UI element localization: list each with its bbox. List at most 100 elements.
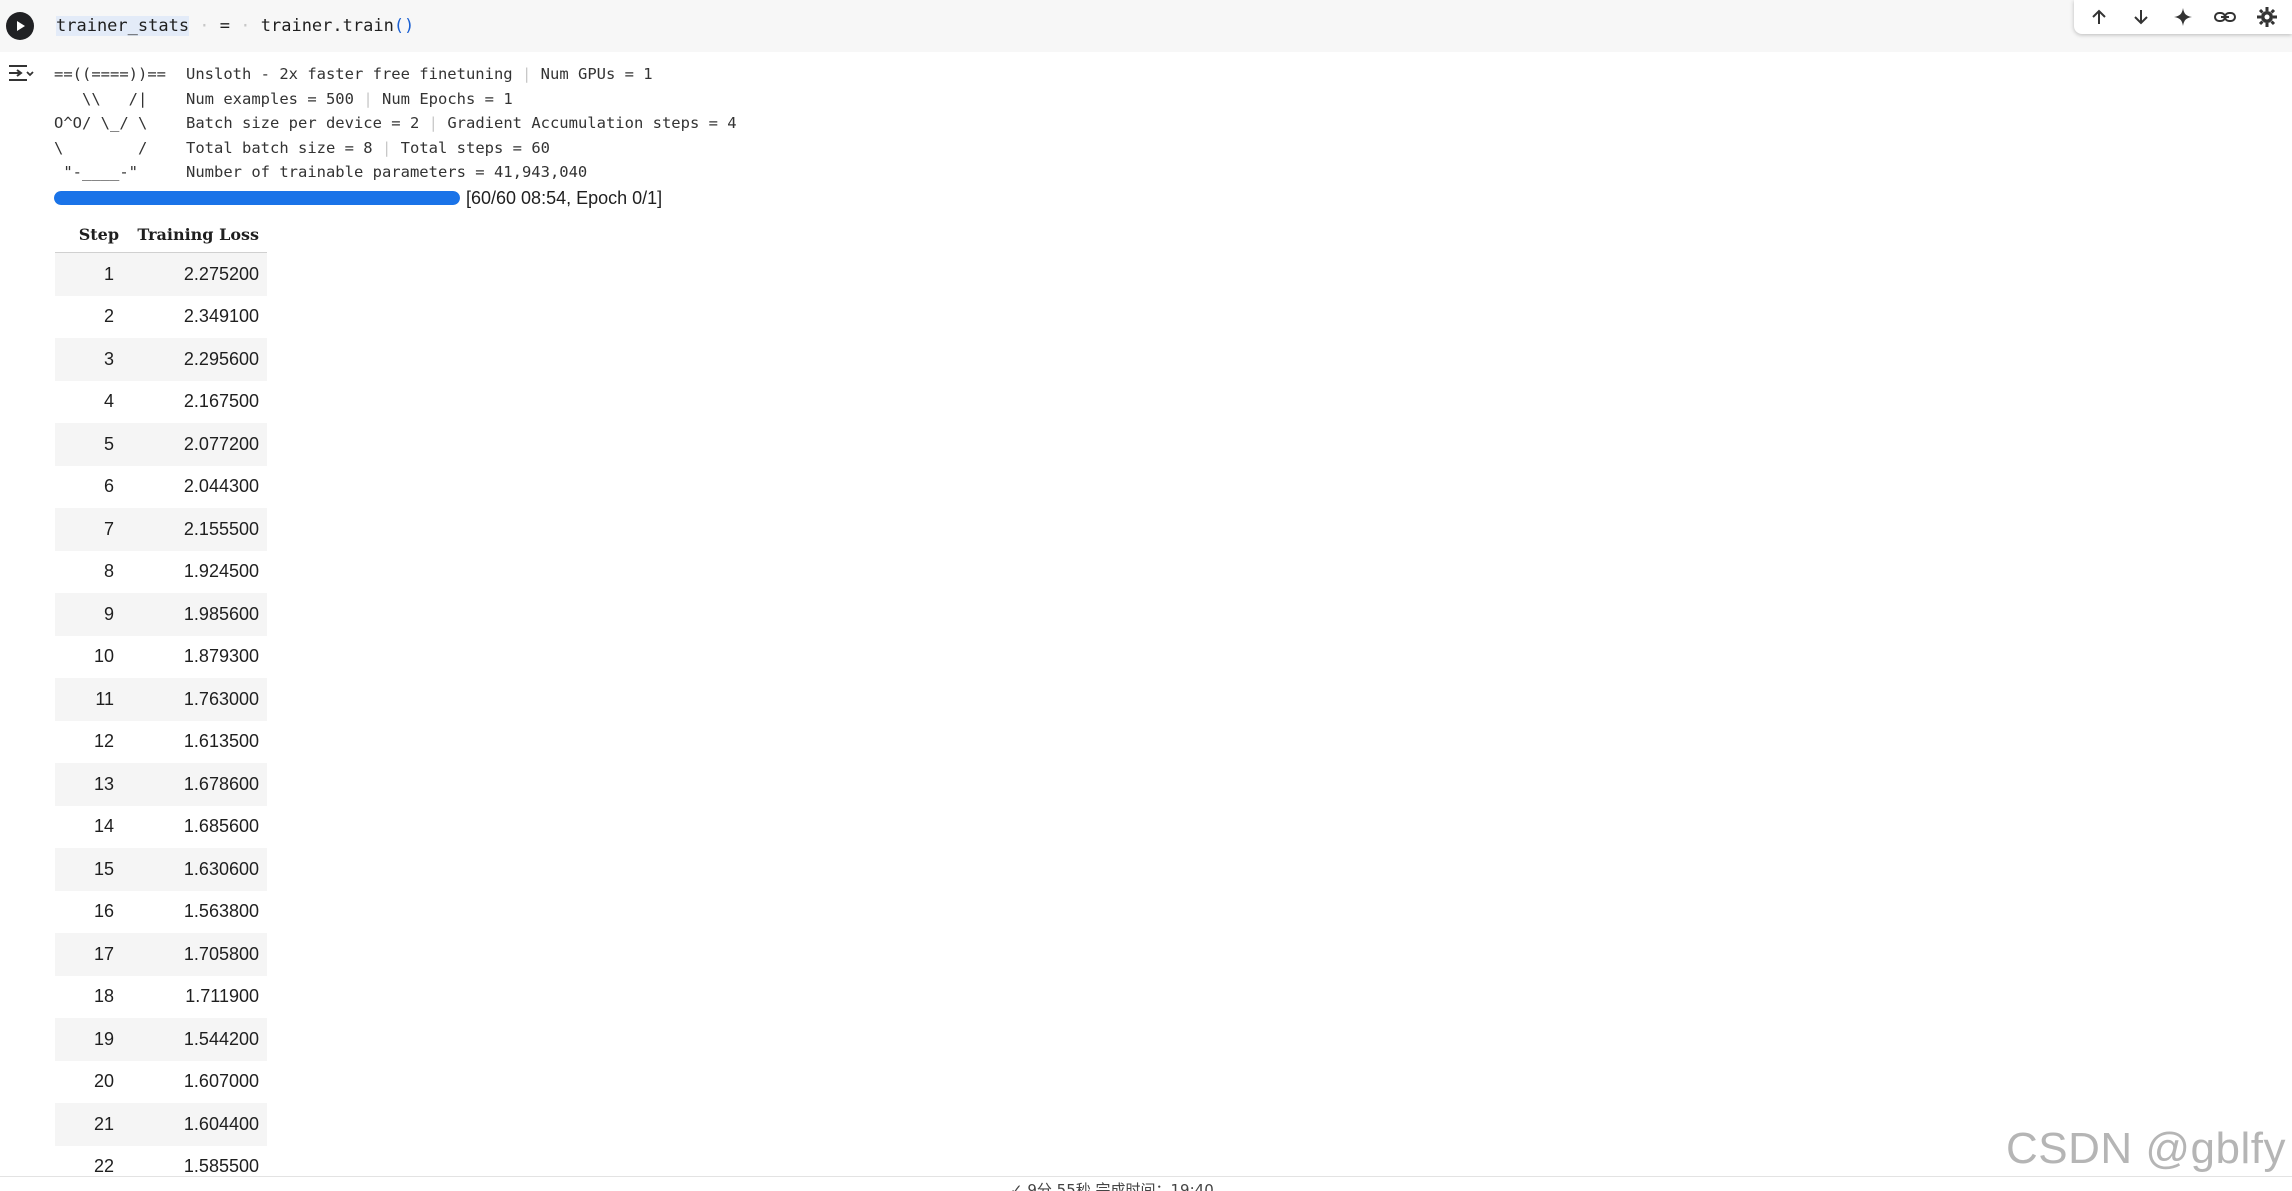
loss-cell: 1.544200 — [127, 1018, 267, 1061]
table-row: 5 2.077200 — [55, 423, 267, 466]
table-row: 21 1.604400 — [55, 1103, 267, 1146]
training-progress: [60/60 08:54, Epoch 0/1] — [54, 187, 662, 209]
progress-bar — [54, 191, 460, 205]
play-icon — [17, 21, 25, 31]
gemini-button[interactable] — [2168, 2, 2198, 32]
code-parens: () — [393, 16, 415, 36]
cell-toolbar — [2074, 0, 2292, 34]
column-header-step: Step — [55, 216, 127, 253]
table-row: 1 2.275200 — [55, 252, 267, 296]
step-cell: 17 — [55, 933, 127, 976]
table-row: 10 1.879300 — [55, 636, 267, 679]
code-call: trainer.train — [260, 16, 394, 36]
loss-cell: 2.349100 — [183, 306, 259, 327]
step-cell: 7 — [55, 508, 127, 551]
banner-line: ==((====))== Unsloth - 2x faster free fin… — [54, 65, 653, 83]
step-cell: 2 — [103, 306, 114, 327]
progress-bar-fill — [54, 191, 460, 205]
cell-settings-button[interactable] — [2252, 2, 2282, 32]
table-row: 11 1.763000 — [55, 678, 267, 721]
code-editor[interactable]: trainer_stats · = · trainer.train() — [56, 14, 414, 38]
output-banner: ==((====))== Unsloth - 2x faster free fin… — [54, 62, 737, 185]
step-cell: 6 — [103, 476, 114, 497]
gemini-sparkle-icon — [2174, 8, 2192, 26]
column-header-training-loss: Training Loss — [127, 216, 267, 253]
table-row: 3 2.295600 — [55, 338, 267, 381]
move-cell-down-button[interactable] — [2126, 2, 2156, 32]
code-operator: = — [219, 16, 231, 36]
table-row: 20 1.607000 — [55, 1061, 267, 1104]
step-cell: 11 — [55, 678, 127, 721]
banner-line: "-____-" Number of trainable parameters =… — [54, 163, 588, 181]
loss-cell: 2.295600 — [127, 338, 267, 381]
loss-cell: 1.604400 — [127, 1103, 267, 1146]
loss-cell: 1.630600 — [127, 848, 267, 891]
table-row: 14 1.685600 — [55, 806, 267, 849]
table-row: 15 1.630600 — [55, 848, 267, 891]
loss-cell: 1.985600 — [127, 593, 267, 636]
run-cell-button[interactable] — [6, 12, 34, 40]
step-cell: 1 — [55, 252, 127, 296]
step-cell: 8 — [103, 561, 114, 582]
table-row: 16 1.563800 — [55, 891, 267, 934]
step-cell: 10 — [93, 646, 114, 667]
step-cell: 3 — [55, 338, 127, 381]
loss-cell: 1.678600 — [127, 763, 267, 806]
banner-line: \ / Total batch size = 8 | Total steps = … — [54, 138, 550, 157]
output-options-icon — [9, 65, 34, 81]
loss-cell: 1.711900 — [185, 986, 259, 1007]
table-row: 13 1.678600 — [55, 763, 267, 806]
loss-cell: 1.879300 — [183, 646, 259, 667]
status-bar: ✓ 9分 55秒 完成时间：19:40 — [0, 1176, 2292, 1191]
loss-cell: 2.044300 — [183, 476, 259, 497]
step-cell: 18 — [93, 986, 114, 1007]
link-icon — [2214, 12, 2236, 22]
code-cell-input[interactable]: trainer_stats · = · trainer.train() — [0, 0, 2292, 52]
step-cell: 13 — [55, 763, 127, 806]
loss-cell: 1.613500 — [183, 731, 259, 752]
step-cell: 16 — [93, 901, 114, 922]
loss-cell: 2.167500 — [183, 391, 259, 412]
table-row: 4 2.167500 — [55, 381, 267, 424]
table-header-row: Step Training Loss — [55, 216, 267, 253]
loss-cell: 2.275200 — [127, 252, 267, 296]
move-cell-up-button[interactable] — [2084, 2, 2114, 32]
loss-cell: 2.077200 — [127, 423, 267, 466]
step-cell: 19 — [55, 1018, 127, 1061]
table-row: 8 1.924500 — [55, 551, 267, 594]
table-row: 18 1.711900 — [55, 976, 267, 1019]
progress-label: [60/60 08:54, Epoch 0/1] — [466, 187, 663, 208]
step-cell: 5 — [55, 423, 127, 466]
table-row: 2 2.349100 — [55, 296, 267, 339]
copy-link-button[interactable] — [2210, 2, 2240, 32]
arrow-up-icon — [2092, 9, 2106, 24]
step-cell: 9 — [55, 593, 127, 636]
loss-cell: 1.685600 — [183, 816, 259, 837]
table-row: 12 1.613500 — [55, 721, 267, 764]
loss-cell: 1.563800 — [183, 901, 259, 922]
table-row: 17 1.705800 — [55, 933, 267, 976]
table-row: 19 1.544200 — [55, 1018, 267, 1061]
table-body: 1 2.275200 2 2.349100 3 2.295600 4 2.167500 5 2.0… — [55, 252, 267, 1189]
loss-cell: 2.155500 — [127, 508, 267, 551]
arrow-down-icon — [2134, 10, 2148, 25]
step-cell: 20 — [93, 1071, 114, 1092]
table-row: 9 1.985600 — [55, 593, 267, 636]
training-loss-table: Step Training Loss 1 2.275200 2 2.349100 3 2.… — [55, 216, 267, 1188]
execution-status: ✓ 9分 55秒 完成时间：19:40 — [1010, 1181, 1214, 1191]
output-toggle-button[interactable] — [6, 58, 36, 88]
table-row: 6 2.044300 — [55, 466, 267, 509]
table-row: 7 2.155500 — [55, 508, 267, 551]
step-cell: 15 — [55, 848, 127, 891]
step-cell: 14 — [93, 816, 114, 837]
step-cell: 12 — [93, 731, 114, 752]
loss-cell: 1.763000 — [127, 678, 267, 721]
step-cell: 4 — [103, 391, 114, 412]
banner-line: O^O/ \_/ \ Batch size per device = 2 | Gr… — [54, 114, 737, 132]
banner-line: \\ /| Num examples = 500 | Num Epochs = 1 — [54, 89, 513, 108]
watermark: CSDN @gblfy — [2005, 1124, 2286, 1173]
loss-cell: 1.607000 — [183, 1071, 259, 1092]
loss-cell: 1.924500 — [183, 561, 259, 582]
code-variable: trainer_stats — [56, 16, 190, 36]
step-cell: 21 — [55, 1103, 127, 1146]
